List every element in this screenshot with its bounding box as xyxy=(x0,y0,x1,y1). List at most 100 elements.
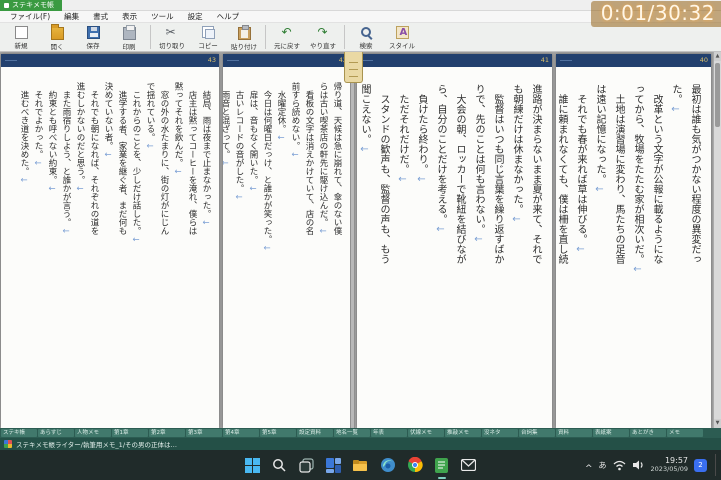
widgets-button[interactable] xyxy=(324,455,344,475)
taskbar-window-button[interactable]: ステキ帳 xyxy=(1,429,37,437)
taskbar-clock[interactable]: 19:57 2023/05/09 xyxy=(651,456,688,473)
text-line: で揺れている。← xyxy=(145,82,155,152)
return-mark: ← xyxy=(632,264,643,275)
show-desktop-button[interactable] xyxy=(715,454,718,476)
menu-item[interactable]: ファイル(F) xyxy=(3,11,57,22)
splitter-handle[interactable] xyxy=(344,52,363,83)
taskbar-window-button[interactable]: 表紙案 xyxy=(593,429,629,437)
taskbar-window-button[interactable]: 第4章 xyxy=(223,429,259,437)
scroll-down-arrow-icon[interactable] xyxy=(714,419,721,428)
tray-chevron-icon[interactable] xyxy=(585,456,593,475)
text-line: らは古い喫茶店の軒先に駆け込んだ。← xyxy=(318,82,328,237)
taskbar-window-button[interactable]: 設定資料 xyxy=(297,429,333,437)
copy-icon xyxy=(201,25,215,39)
return-mark: ← xyxy=(670,104,681,115)
menu-item[interactable]: 書式 xyxy=(86,11,115,22)
taskbar-window-button[interactable]: 人物メモ xyxy=(75,429,111,437)
menu-item[interactable]: 編集 xyxy=(57,11,86,22)
toolbar-button[interactable]: 切り取り xyxy=(154,24,190,51)
toolbar-button[interactable]: 元に戻す xyxy=(269,24,305,51)
text-line: これからのことを、少しだけ話した。← xyxy=(131,82,141,246)
text-line: も朝練だけは休まなかった。← xyxy=(511,84,522,225)
volume-icon[interactable] xyxy=(632,459,645,471)
vertical-text-body[interactable]: 帰り道、天候は急に崩れて、傘のない僕 らは古い喫茶店の軒先に駆け込んだ。← 看板の… xyxy=(223,67,350,428)
text-line: 雨音と混ざって。← xyxy=(223,82,232,420)
edge-browser-button[interactable] xyxy=(378,455,398,475)
toolbar-button[interactable]: 検索 xyxy=(348,24,384,51)
status-bar: ステキメモ帳ライター/執筆用メモ_1/その男の正体は… xyxy=(0,438,721,450)
text-line: 土地は演習場に変わり、馬たちの足音 xyxy=(613,84,624,264)
text-line: りで、先のことは何も言わない。← xyxy=(473,84,484,245)
taskbar-window-button[interactable]: 地名一覧 xyxy=(334,429,370,437)
vertical-scrollbar[interactable] xyxy=(713,52,721,428)
wifi-icon[interactable] xyxy=(613,460,626,471)
search-icon xyxy=(273,458,286,472)
return-mark: ← xyxy=(397,174,408,185)
menu-item[interactable]: 表示 xyxy=(115,11,144,22)
memo-app-button[interactable] xyxy=(432,455,452,475)
ime-indicator[interactable]: あ xyxy=(599,460,607,471)
toolbar-button[interactable]: コピー xyxy=(190,24,226,51)
menu-item[interactable]: 設定 xyxy=(181,11,210,22)
mail-app-button[interactable] xyxy=(459,455,479,475)
return-mark: ← xyxy=(131,235,141,245)
vertical-text-body[interactable]: 最初は誰も気がつかない程度の異変だっ た。← 改革という文字が公報に載るようになっ… xyxy=(556,67,711,428)
taskbar-window-button[interactable]: あらすじ xyxy=(38,429,74,437)
text-line: 最初は誰も気がつかない程度の異変だっ xyxy=(689,84,700,264)
statusbar-active-document[interactable]: ステキメモ帳ライター/執筆用メモ_1/その男の正体は… xyxy=(16,439,177,449)
toolbar-button[interactable]: 貼り付け xyxy=(226,23,262,52)
text-line: それでも朝になれば、それぞれの道を xyxy=(89,82,99,236)
taskbar-window-button[interactable]: 第2章 xyxy=(149,429,185,437)
toolbar-button[interactable]: 新規 xyxy=(3,24,39,51)
start-button[interactable] xyxy=(243,455,263,475)
return-mark: ← xyxy=(33,158,43,169)
taskbar-window-button[interactable]: あとがき xyxy=(630,429,666,437)
page-header: 41 xyxy=(357,54,552,67)
taskbar-window-buttons-row: ステキ帳 あらすじ 人物メモ 第1章 第2章 第3章 第4章 第5章 設定資料 … xyxy=(0,428,721,438)
windows-logo-icon xyxy=(245,457,260,473)
taskbar-window-button[interactable]: 台詞集 xyxy=(519,429,555,437)
text-line: 進むべき道を決めた。← xyxy=(19,82,29,186)
taskbar-window-button[interactable]: 年表 xyxy=(371,429,407,437)
taskbar-window-button[interactable]: 推敲メモ xyxy=(445,429,481,437)
taskbar-window-button[interactable]: 第3章 xyxy=(186,429,222,437)
toolbar-button[interactable]: 保存 xyxy=(75,24,111,51)
toolbar-separator xyxy=(344,25,345,49)
toolbar-button[interactable]: やり直す xyxy=(305,24,341,51)
menu-item[interactable]: ヘルプ xyxy=(210,11,247,22)
taskbar-window-button[interactable]: 第5章 xyxy=(260,429,296,437)
widgets-icon xyxy=(326,457,341,473)
scroll-up-arrow-icon[interactable] xyxy=(714,52,721,61)
taskbar-window-button[interactable]: 伏線メモ xyxy=(408,429,444,437)
taskbar-window-button[interactable]: 没ネタ xyxy=(482,429,518,437)
vertical-text-body[interactable]: 進路が決まらないまま夏が来て、それで も朝練だけは休まなかった。← 監督はいつも同… xyxy=(357,67,552,428)
taskbar-search-button[interactable] xyxy=(270,455,290,475)
return-mark: ← xyxy=(61,226,71,237)
vertical-text-body[interactable]: 結局、雨は夜まで止まなかった。← 店主は黙ってコーヒーを淹れ、僕らは 黙ってそれを… xyxy=(1,67,219,428)
scrollbar-thumb[interactable] xyxy=(715,63,720,127)
taskbar-window-button[interactable]: メモ xyxy=(667,429,703,437)
menu-item[interactable]: ツール xyxy=(144,11,181,22)
new-file-icon xyxy=(14,25,28,39)
toolbar-button[interactable]: スタイル xyxy=(384,24,420,51)
return-mark: ← xyxy=(75,184,85,194)
notification-badge[interactable]: 2 xyxy=(694,458,707,472)
page-header: 43 xyxy=(1,54,219,67)
text-line: 結局、雨は夜まで止まなかった。← xyxy=(201,82,211,229)
file-explorer-button[interactable] xyxy=(351,455,371,475)
task-view-button[interactable] xyxy=(297,455,317,475)
chrome-browser-button[interactable] xyxy=(405,455,425,475)
text-line: 看板の文字は消えかけていて、店の名 xyxy=(304,82,314,236)
print-icon xyxy=(122,24,136,40)
page: 40 最初は誰も気がつかない程度の異変だっ た。← 改革という文字が公報に載るよう… xyxy=(556,54,711,428)
editor-pane-left: 43 結局、雨は夜まで止まなかった。← 店主は黙ってコーヒーを淹れ、僕らは 黙って… xyxy=(0,52,350,428)
toolbar-button[interactable]: 印刷 xyxy=(111,23,147,52)
toolbar-button[interactable]: 開く xyxy=(39,22,75,52)
taskbar-window-button[interactable]: 第1章 xyxy=(112,429,148,437)
taskbar-window-button[interactable]: 資料 xyxy=(556,429,592,437)
return-mark: ← xyxy=(435,224,446,235)
text-line: ただそれだけだ。← xyxy=(397,84,408,185)
text-line: 窓の外の水たまりに、街の灯がにじん xyxy=(159,82,169,236)
return-mark: ← xyxy=(416,174,427,185)
pane-splitter[interactable] xyxy=(350,52,355,428)
